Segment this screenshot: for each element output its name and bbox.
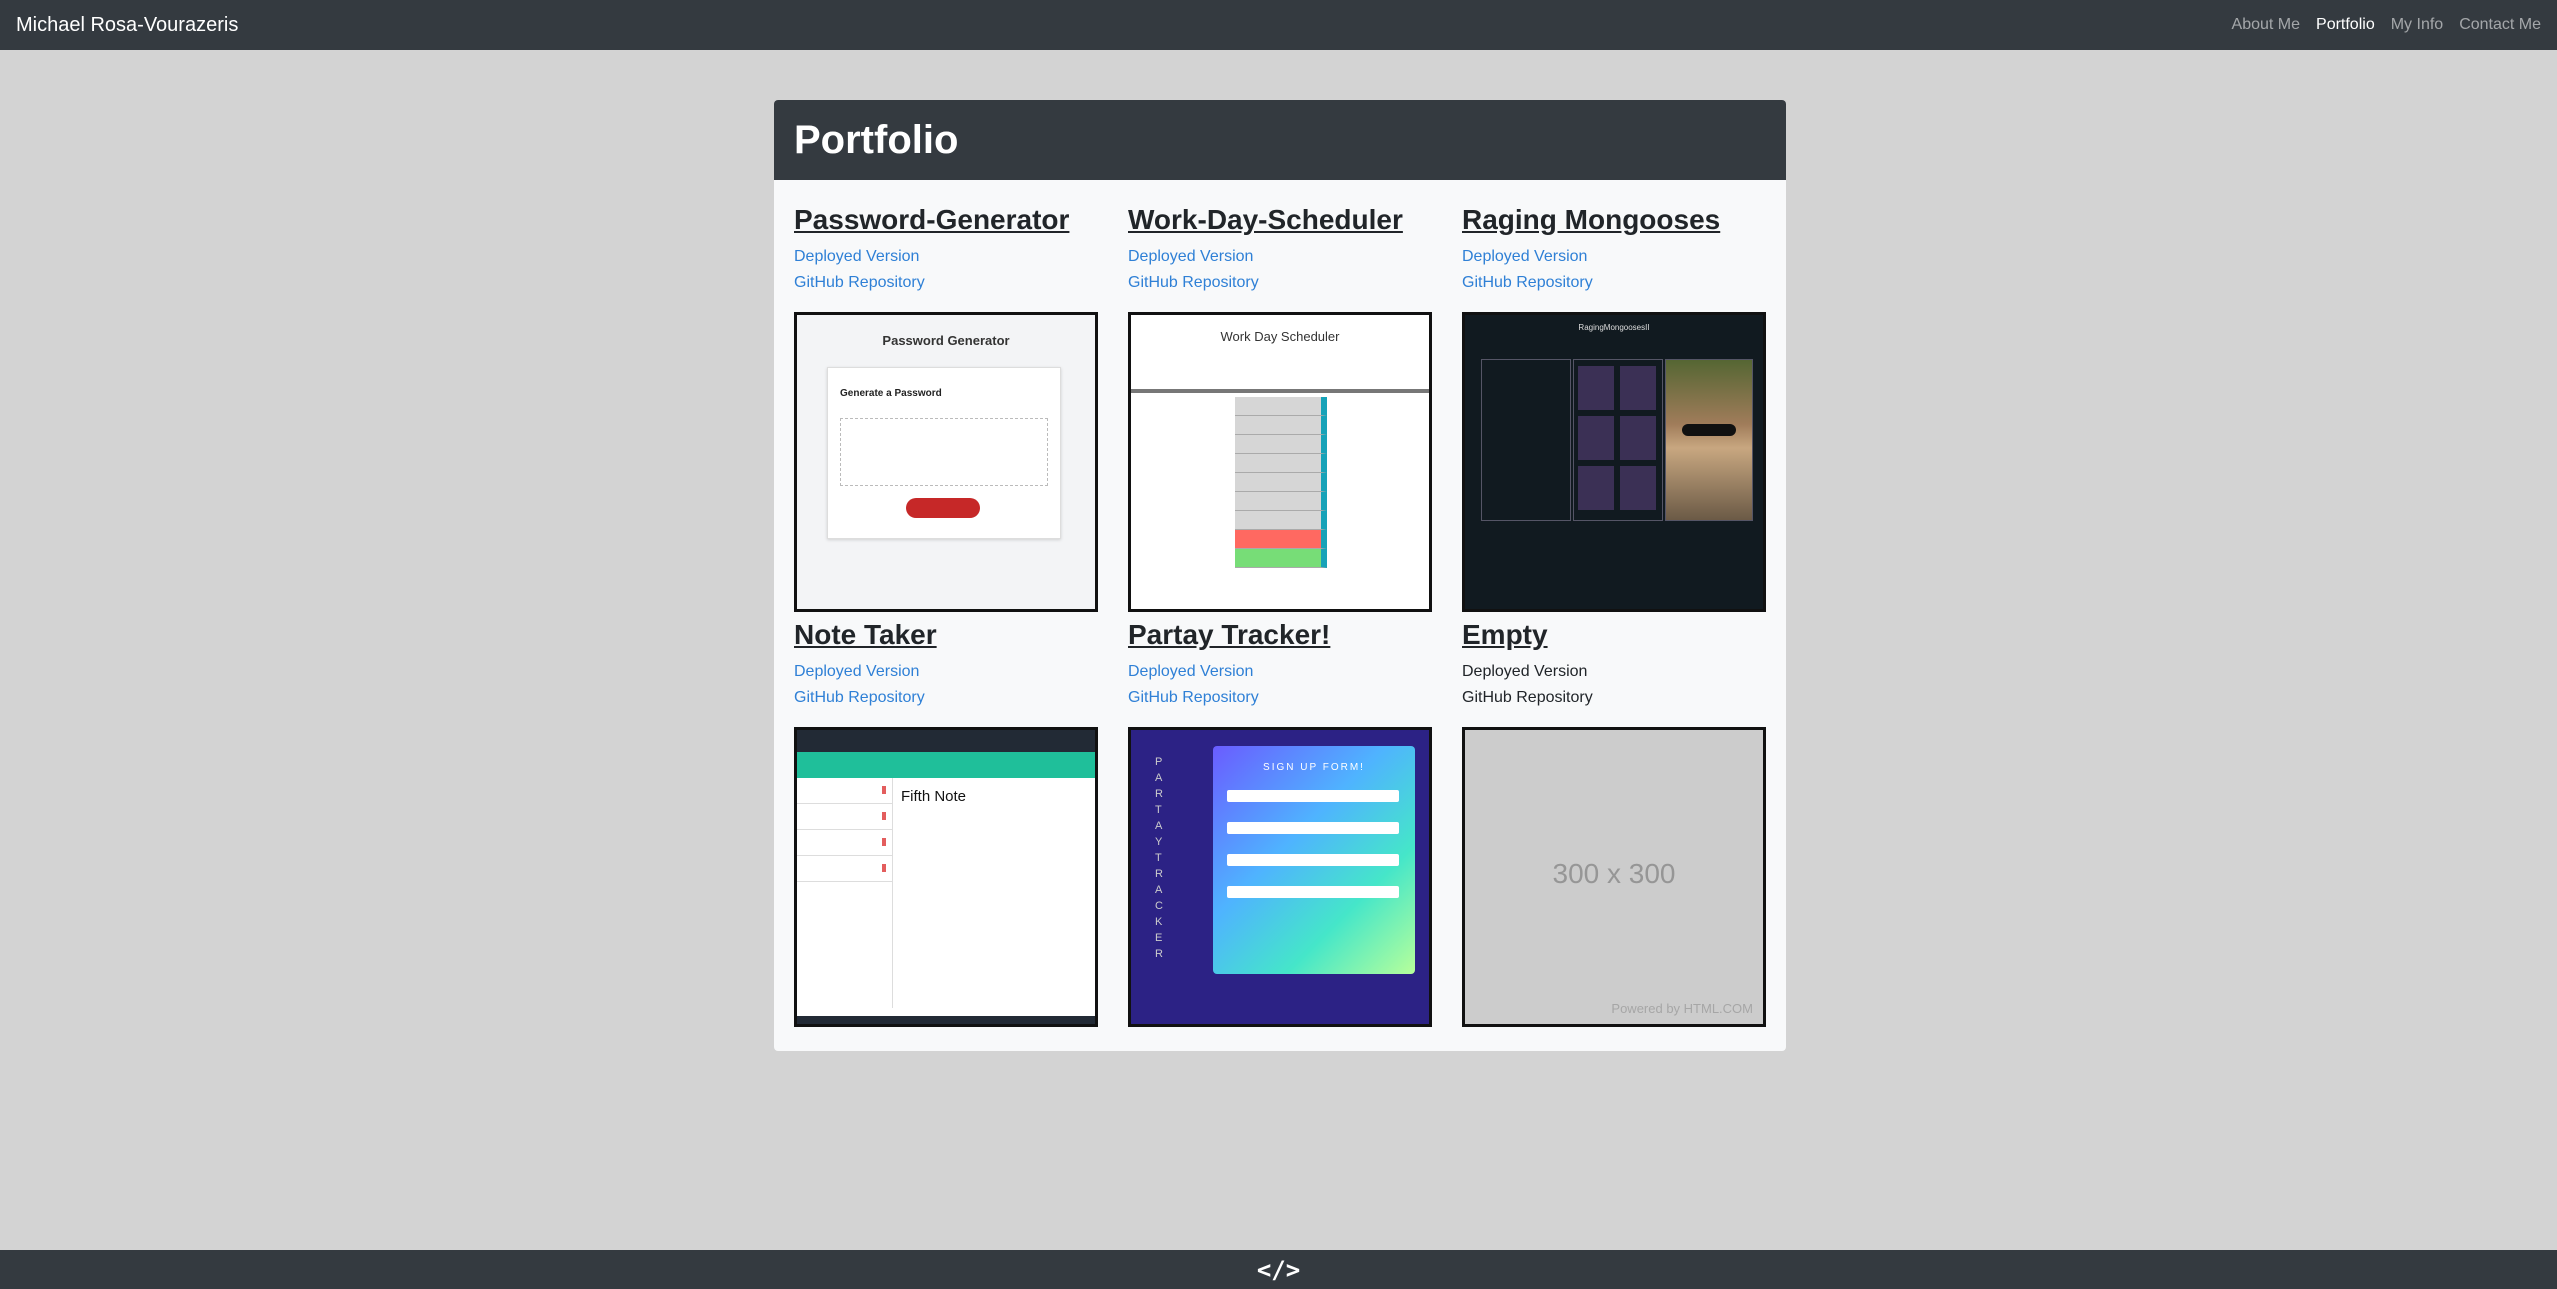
thumb-card: Generate a Password <box>827 367 1061 539</box>
project-work-day-scheduler: Work-Day-Scheduler Deployed Version GitH… <box>1128 200 1432 615</box>
nav-portfolio[interactable]: Portfolio <box>2316 16 2375 34</box>
deployed-version-text: Deployed Version <box>1462 663 1588 680</box>
code-icon[interactable]: </> <box>1257 1256 1300 1284</box>
time-row <box>1235 397 1327 416</box>
project-links: Deployed Version GitHub Repository <box>1128 244 1432 300</box>
thumb-signup-form: SIGN UP FORM! <box>1213 746 1415 974</box>
thumb-subheading: Generate a Password <box>840 388 942 399</box>
project-screenshot: Work Day Scheduler <box>1128 312 1432 612</box>
thumb-cell <box>1578 416 1614 460</box>
thumb-cell <box>1620 366 1656 410</box>
time-row <box>1235 511 1327 530</box>
thumb-heading: SIGN UP FORM! <box>1263 762 1365 773</box>
thumb-browser-bar <box>797 730 1095 752</box>
github-repository-link[interactable]: GitHub Repository <box>794 270 1098 296</box>
thumb-input <box>1227 886 1399 898</box>
project-partay-tracker: Partay Tracker! Deployed Version GitHub … <box>1128 615 1432 1030</box>
thumb-cell <box>1578 466 1614 510</box>
project-grid: Password-Generator Deployed Version GitH… <box>794 200 1766 1030</box>
thumb-button <box>906 498 980 518</box>
thumb-taskbar <box>797 1016 1095 1024</box>
thumb-cell <box>1620 416 1656 460</box>
time-row <box>1235 435 1327 454</box>
thumb-app-header <box>797 752 1095 778</box>
thumb-vertical-title: PARTAY TRACKER <box>1155 756 1165 960</box>
project-screenshot: RagingMongoosesII <box>1462 312 1766 612</box>
time-row <box>1235 492 1327 511</box>
portfolio-header: Portfolio <box>774 100 1786 180</box>
thumb-divider <box>1131 389 1429 393</box>
placeholder-size-text: 300 x 300 <box>1552 858 1676 889</box>
project-links: Deployed Version GitHub Repository <box>794 244 1098 300</box>
thumb-note-item <box>797 778 892 804</box>
footer: </> <box>0 1250 2557 1289</box>
deployed-version-link[interactable]: Deployed Version <box>794 244 1098 270</box>
time-row <box>1235 530 1327 549</box>
project-title-link[interactable]: Partay Tracker! <box>1128 615 1432 655</box>
thumb-cell <box>1620 466 1656 510</box>
github-repository-link[interactable]: GitHub Repository <box>1128 685 1432 711</box>
project-title-link[interactable]: Raging Mongooses <box>1462 200 1766 240</box>
thumb-note-item <box>797 804 892 830</box>
github-repository-link[interactable]: GitHub Repository <box>1128 270 1432 296</box>
brand-link[interactable]: Michael Rosa-Vourazeris <box>16 14 238 37</box>
thumb-photo-glasses <box>1682 424 1736 436</box>
deployed-version-link[interactable]: Deployed Version <box>1128 244 1432 270</box>
thumb-note-list <box>797 778 893 1008</box>
project-title-link[interactable]: Empty <box>1462 615 1766 655</box>
placeholder-credit: Powered by HTML.COM <box>1611 1001 1753 1016</box>
project-password-generator: Password-Generator Deployed Version GitH… <box>794 200 1098 615</box>
github-repository-link[interactable]: GitHub Repository <box>1462 270 1766 296</box>
nav-about-me[interactable]: About Me <box>2232 16 2300 34</box>
thumb-heading: RagingMongoosesII <box>1578 323 1650 332</box>
time-row <box>1235 416 1327 435</box>
thumb-input <box>1227 822 1399 834</box>
portfolio-card: Portfolio Password-Generator Deployed Ve… <box>774 100 1786 1051</box>
project-screenshot: PARTAY TRACKER SIGN UP FORM! <box>1128 727 1432 1027</box>
project-links: Deployed Version GitHub Repository <box>1462 244 1766 300</box>
thumb-note-item <box>797 856 892 882</box>
time-row <box>1235 454 1327 473</box>
project-title-link[interactable]: Password-Generator <box>794 200 1098 240</box>
thumb-photo <box>1665 359 1753 521</box>
project-screenshot: Password Generator Generate a Password <box>794 312 1098 612</box>
project-links: Deployed Version GitHub Repository <box>1462 659 1766 715</box>
time-row <box>1235 473 1327 492</box>
thumb-heading: Work Day Scheduler <box>1220 329 1340 344</box>
project-links: Deployed Version GitHub Repository <box>1128 659 1432 715</box>
deployed-version-link[interactable]: Deployed Version <box>794 659 1098 685</box>
thumb-textarea <box>840 418 1048 486</box>
thumb-input <box>1227 790 1399 802</box>
thumb-input <box>1227 854 1399 866</box>
top-navbar: Michael Rosa-Vourazeris About Me Portfol… <box>0 0 2557 50</box>
project-note-taker: Note Taker Deployed Version GitHub Repos… <box>794 615 1098 1030</box>
thumb-heading: Password Generator <box>882 333 1010 348</box>
time-row <box>1235 549 1327 568</box>
nav-my-info[interactable]: My Info <box>2391 16 2443 34</box>
deployed-version-link[interactable]: Deployed Version <box>1128 659 1432 685</box>
project-raging-mongooses: Raging Mongooses Deployed Version GitHub… <box>1462 200 1766 615</box>
nav-contact-me[interactable]: Contact Me <box>2459 16 2541 34</box>
deployed-version-link[interactable]: Deployed Version <box>1462 244 1766 270</box>
github-repository-link[interactable]: GitHub Repository <box>794 685 1098 711</box>
project-empty: Empty Deployed Version GitHub Repository… <box>1462 615 1766 1030</box>
thumb-panel <box>1481 359 1571 521</box>
thumb-note-item <box>797 830 892 856</box>
page-title: Portfolio <box>794 117 959 162</box>
github-repository-text: GitHub Repository <box>1462 689 1593 706</box>
thumb-panel <box>1573 359 1663 521</box>
project-screenshot: Fifth Note <box>794 727 1098 1027</box>
thumb-cell <box>1578 366 1614 410</box>
project-title-link[interactable]: Work-Day-Scheduler <box>1128 200 1432 240</box>
project-links: Deployed Version GitHub Repository <box>794 659 1098 715</box>
project-title-link[interactable]: Note Taker <box>794 615 1098 655</box>
placeholder-image: 300 x 300 Powered by HTML.COM <box>1462 727 1766 1027</box>
nav-links: About Me Portfolio My Info Contact Me <box>2232 16 2541 34</box>
thumb-heading: Fifth Note <box>901 788 967 805</box>
thumb-time-rows <box>1235 397 1327 568</box>
